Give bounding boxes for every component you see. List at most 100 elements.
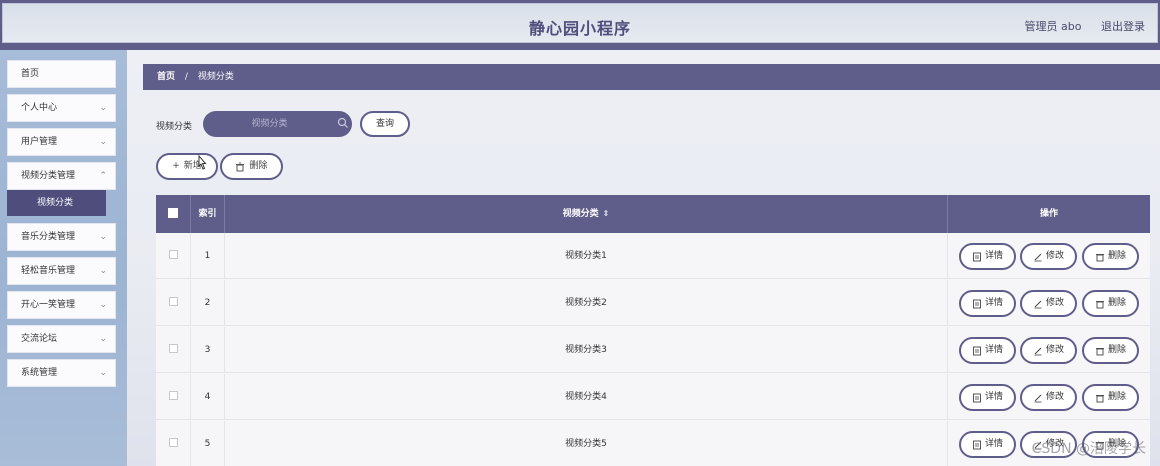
row-name: 视频分类2	[224, 280, 947, 326]
sidebar-item-personal-center[interactable]: 个人中心 ⌄	[7, 94, 116, 122]
sidebar-item-video-category-management[interactable]: 视频分类管理 ⌃	[7, 162, 116, 190]
table-row: 2 视频分类2 详情 修改 删除	[156, 280, 1150, 326]
sidebar-item-label: 系统管理	[21, 368, 58, 378]
chevron-down-icon: ⌄	[99, 300, 107, 310]
detail-button-label: 详情	[984, 392, 1003, 402]
sidebar-item-label: 音乐分类管理	[21, 232, 76, 242]
chevron-down-icon: ⌄	[99, 368, 107, 378]
sidebar-item-relaxing-music-management[interactable]: 轻松音乐管理 ⌄	[7, 257, 116, 285]
sort-icon[interactable]: ⇕	[603, 209, 610, 218]
sidebar-item-label: 用户管理	[21, 137, 58, 147]
logout-link[interactable]: 退出登录	[1101, 20, 1145, 33]
detail-button[interactable]: 详情	[959, 243, 1016, 270]
detail-button-label: 详情	[984, 345, 1003, 355]
watermark: CSDN @涪陵学长	[1031, 441, 1146, 457]
mouse-cursor-icon	[198, 155, 207, 170]
trash-icon	[1095, 347, 1104, 355]
table-header: 索引 视频分类 ⇕ 操作	[156, 195, 1150, 233]
delete-button-label: 删除	[1107, 298, 1126, 308]
delete-button[interactable]: 删除	[1082, 243, 1139, 270]
breadcrumb-current: 视频分类	[197, 72, 234, 82]
row-index: 4	[190, 374, 224, 420]
search-input[interactable]	[203, 111, 352, 137]
sidebar-subitem-video-category[interactable]: 视频分类	[7, 190, 106, 216]
edit-button-label: 修改	[1045, 392, 1064, 402]
sidebar-subitem-label: 视频分类	[37, 198, 74, 208]
sidebar-item-music-category-management[interactable]: 音乐分类管理 ⌄	[7, 223, 116, 251]
document-icon	[973, 299, 981, 308]
pencil-icon	[1034, 300, 1042, 308]
delete-button[interactable]: 删除	[1082, 290, 1139, 317]
row-checkbox[interactable]	[168, 250, 178, 259]
plus-icon: +	[172, 161, 180, 171]
row-checkbox[interactable]	[168, 344, 178, 353]
delete-button-label: 删除	[1107, 251, 1126, 261]
sidebar-item-happy-laugh-management[interactable]: 开心一笑管理 ⌄	[7, 291, 116, 319]
edit-button[interactable]: 修改	[1020, 290, 1077, 317]
column-header-name[interactable]: 视频分类 ⇕	[224, 195, 947, 233]
detail-button-label: 详情	[984, 298, 1003, 308]
edit-button[interactable]: 修改	[1020, 243, 1077, 270]
row-checkbox[interactable]	[168, 297, 178, 306]
breadcrumb-home[interactable]: 首页	[157, 72, 175, 82]
select-all-checkbox[interactable]	[168, 207, 178, 218]
detail-button[interactable]: 详情	[959, 431, 1016, 458]
edit-button[interactable]: 修改	[1020, 384, 1077, 411]
row-name: 视频分类3	[224, 327, 947, 373]
row-name: 视频分类1	[224, 233, 947, 279]
admin-username: 管理员 abo	[1024, 20, 1082, 33]
table-row: 4 视频分类4 详情 修改 删除	[156, 374, 1150, 420]
sidebar-item-label: 首页	[21, 69, 40, 79]
search-icon[interactable]	[337, 117, 349, 129]
batch-delete-button[interactable]: 删除	[220, 153, 283, 180]
video-category-table: 索引 视频分类 ⇕ 操作 1 视频分类1 详情 修改 删除 2 视频分类2 详情…	[156, 195, 1150, 466]
delete-button[interactable]: 删除	[1082, 384, 1139, 411]
delete-button[interactable]: 删除	[1082, 337, 1139, 364]
column-header-name-label: 视频分类	[562, 209, 599, 219]
top-header: 静心园小程序 管理员 abo 退出登录	[0, 0, 1160, 50]
row-checkbox[interactable]	[168, 391, 178, 400]
header-bar: 静心园小程序 管理员 abo 退出登录	[2, 3, 1158, 43]
sidebar-item-label: 个人中心	[21, 103, 58, 113]
chevron-down-icon: ⌄	[99, 266, 107, 276]
table-row: 5 视频分类5 详情 修改 删除	[156, 421, 1150, 466]
row-actions: 详情 修改 删除	[947, 374, 1150, 420]
trash-icon	[1095, 300, 1104, 308]
edit-button-label: 修改	[1045, 251, 1064, 261]
sidebar-item-label: 视频分类管理	[21, 171, 76, 181]
document-icon	[973, 440, 981, 449]
sidebar-item-label: 轻松音乐管理	[21, 266, 76, 276]
row-name: 视频分类5	[224, 421, 947, 466]
document-icon	[973, 393, 981, 402]
document-icon	[973, 346, 981, 355]
sidebar-item-user-management[interactable]: 用户管理 ⌄	[7, 128, 116, 156]
header-checkbox-cell	[156, 195, 190, 233]
header-user-area: 管理员 abo 退出登录	[1009, 18, 1145, 34]
row-index: 3	[190, 327, 224, 373]
sidebar-item-home[interactable]: 首页	[7, 60, 116, 88]
pencil-icon	[1034, 394, 1042, 402]
detail-button[interactable]: 详情	[959, 337, 1016, 364]
trash-icon	[1095, 253, 1104, 261]
edit-button[interactable]: 修改	[1020, 337, 1077, 364]
row-checkbox-cell	[156, 280, 190, 326]
breadcrumb-separator: /	[184, 72, 188, 82]
delete-button-label: 删除	[249, 161, 268, 171]
edit-button-label: 修改	[1045, 345, 1064, 355]
chevron-down-icon: ⌄	[99, 137, 107, 147]
row-index: 1	[190, 233, 224, 279]
detail-button-label: 详情	[984, 439, 1003, 449]
sidebar-item-forum[interactable]: 交流论坛 ⌄	[7, 325, 116, 353]
sidebar: 首页 个人中心 ⌄ 用户管理 ⌄ 视频分类管理 ⌃ 视频分类 音乐分类管理 ⌄ …	[0, 50, 127, 466]
detail-button[interactable]: 详情	[959, 290, 1016, 317]
chevron-down-icon: ⌄	[99, 103, 107, 113]
delete-button-label: 删除	[1107, 392, 1126, 402]
sidebar-item-system-management[interactable]: 系统管理 ⌄	[7, 359, 116, 387]
app-title: 静心园小程序	[528, 19, 631, 38]
delete-button-label: 删除	[1107, 345, 1126, 355]
add-button[interactable]: + 新增	[156, 153, 218, 180]
detail-button[interactable]: 详情	[959, 384, 1016, 411]
row-checkbox-cell	[156, 374, 190, 420]
query-button[interactable]: 查询	[360, 111, 410, 137]
row-checkbox[interactable]	[168, 438, 178, 447]
